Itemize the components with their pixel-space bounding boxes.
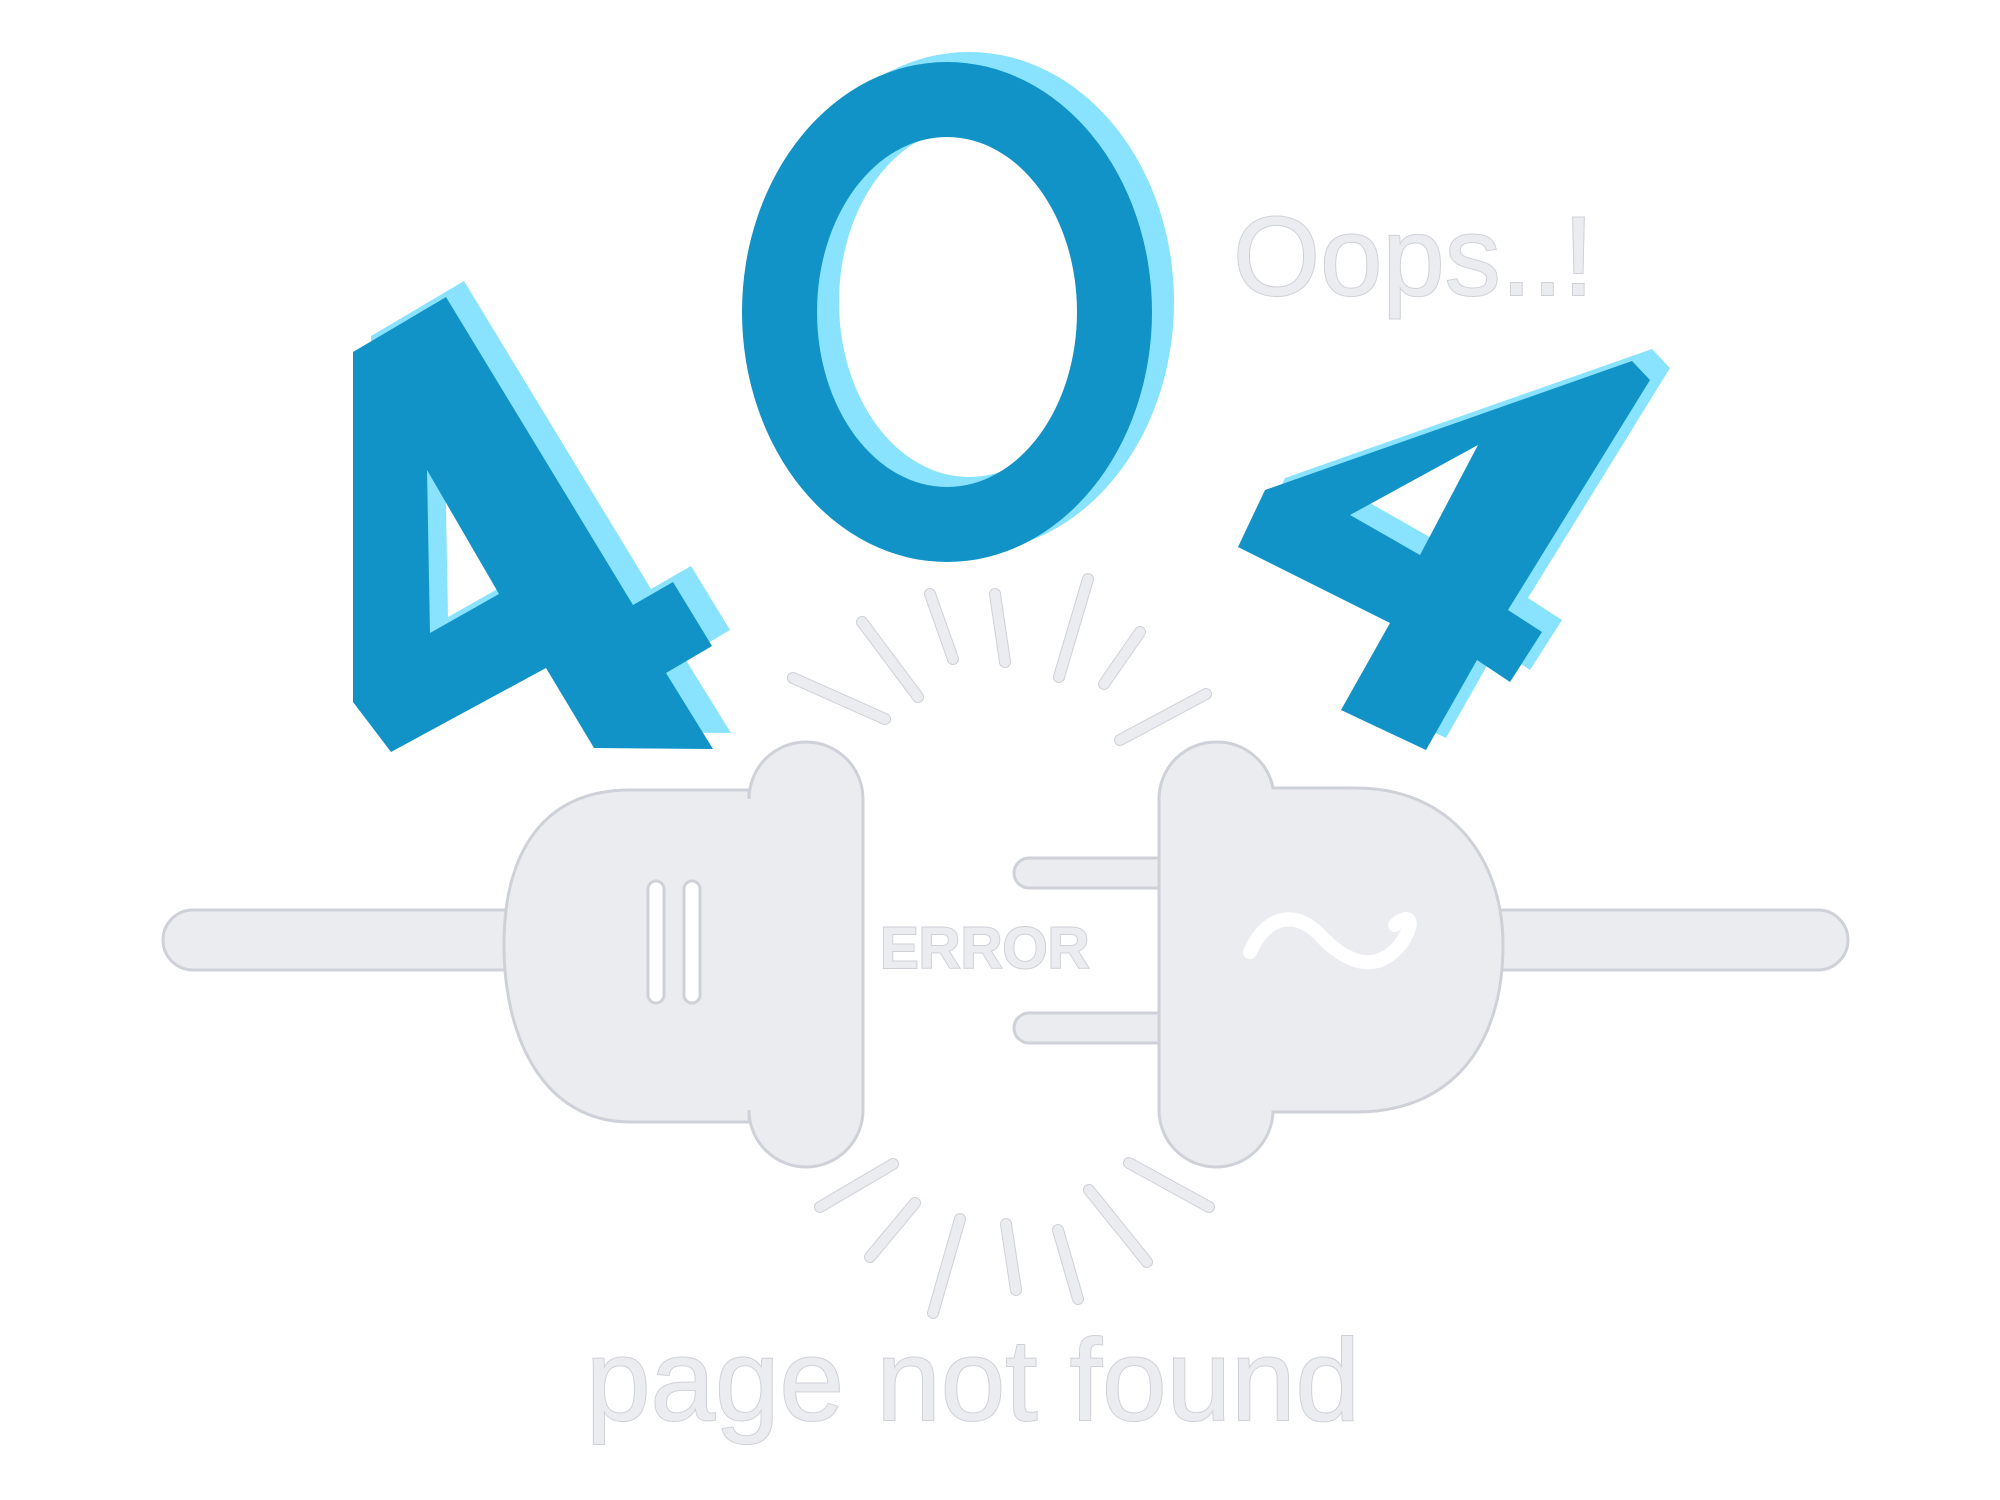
error-label: ERROR [880, 916, 1089, 981]
page-not-found-message: page not found [586, 1315, 1360, 1445]
electric-plug-icon [1012, 740, 1850, 1169]
digit-four-left [353, 281, 731, 752]
oops-text: Oops..! [1233, 194, 1594, 319]
spark-lines-bottom-icon [814, 1157, 1215, 1319]
digit-four-right [1238, 349, 1670, 750]
error-404-page: Oops..! ERROR page not found [0, 0, 2000, 1500]
spark-lines-top-icon [787, 573, 1212, 746]
plug-socket-icon [161, 740, 865, 1169]
digit-zero [742, 52, 1174, 562]
error-illustration: Oops..! ERROR page not found [161, 52, 1850, 1446]
